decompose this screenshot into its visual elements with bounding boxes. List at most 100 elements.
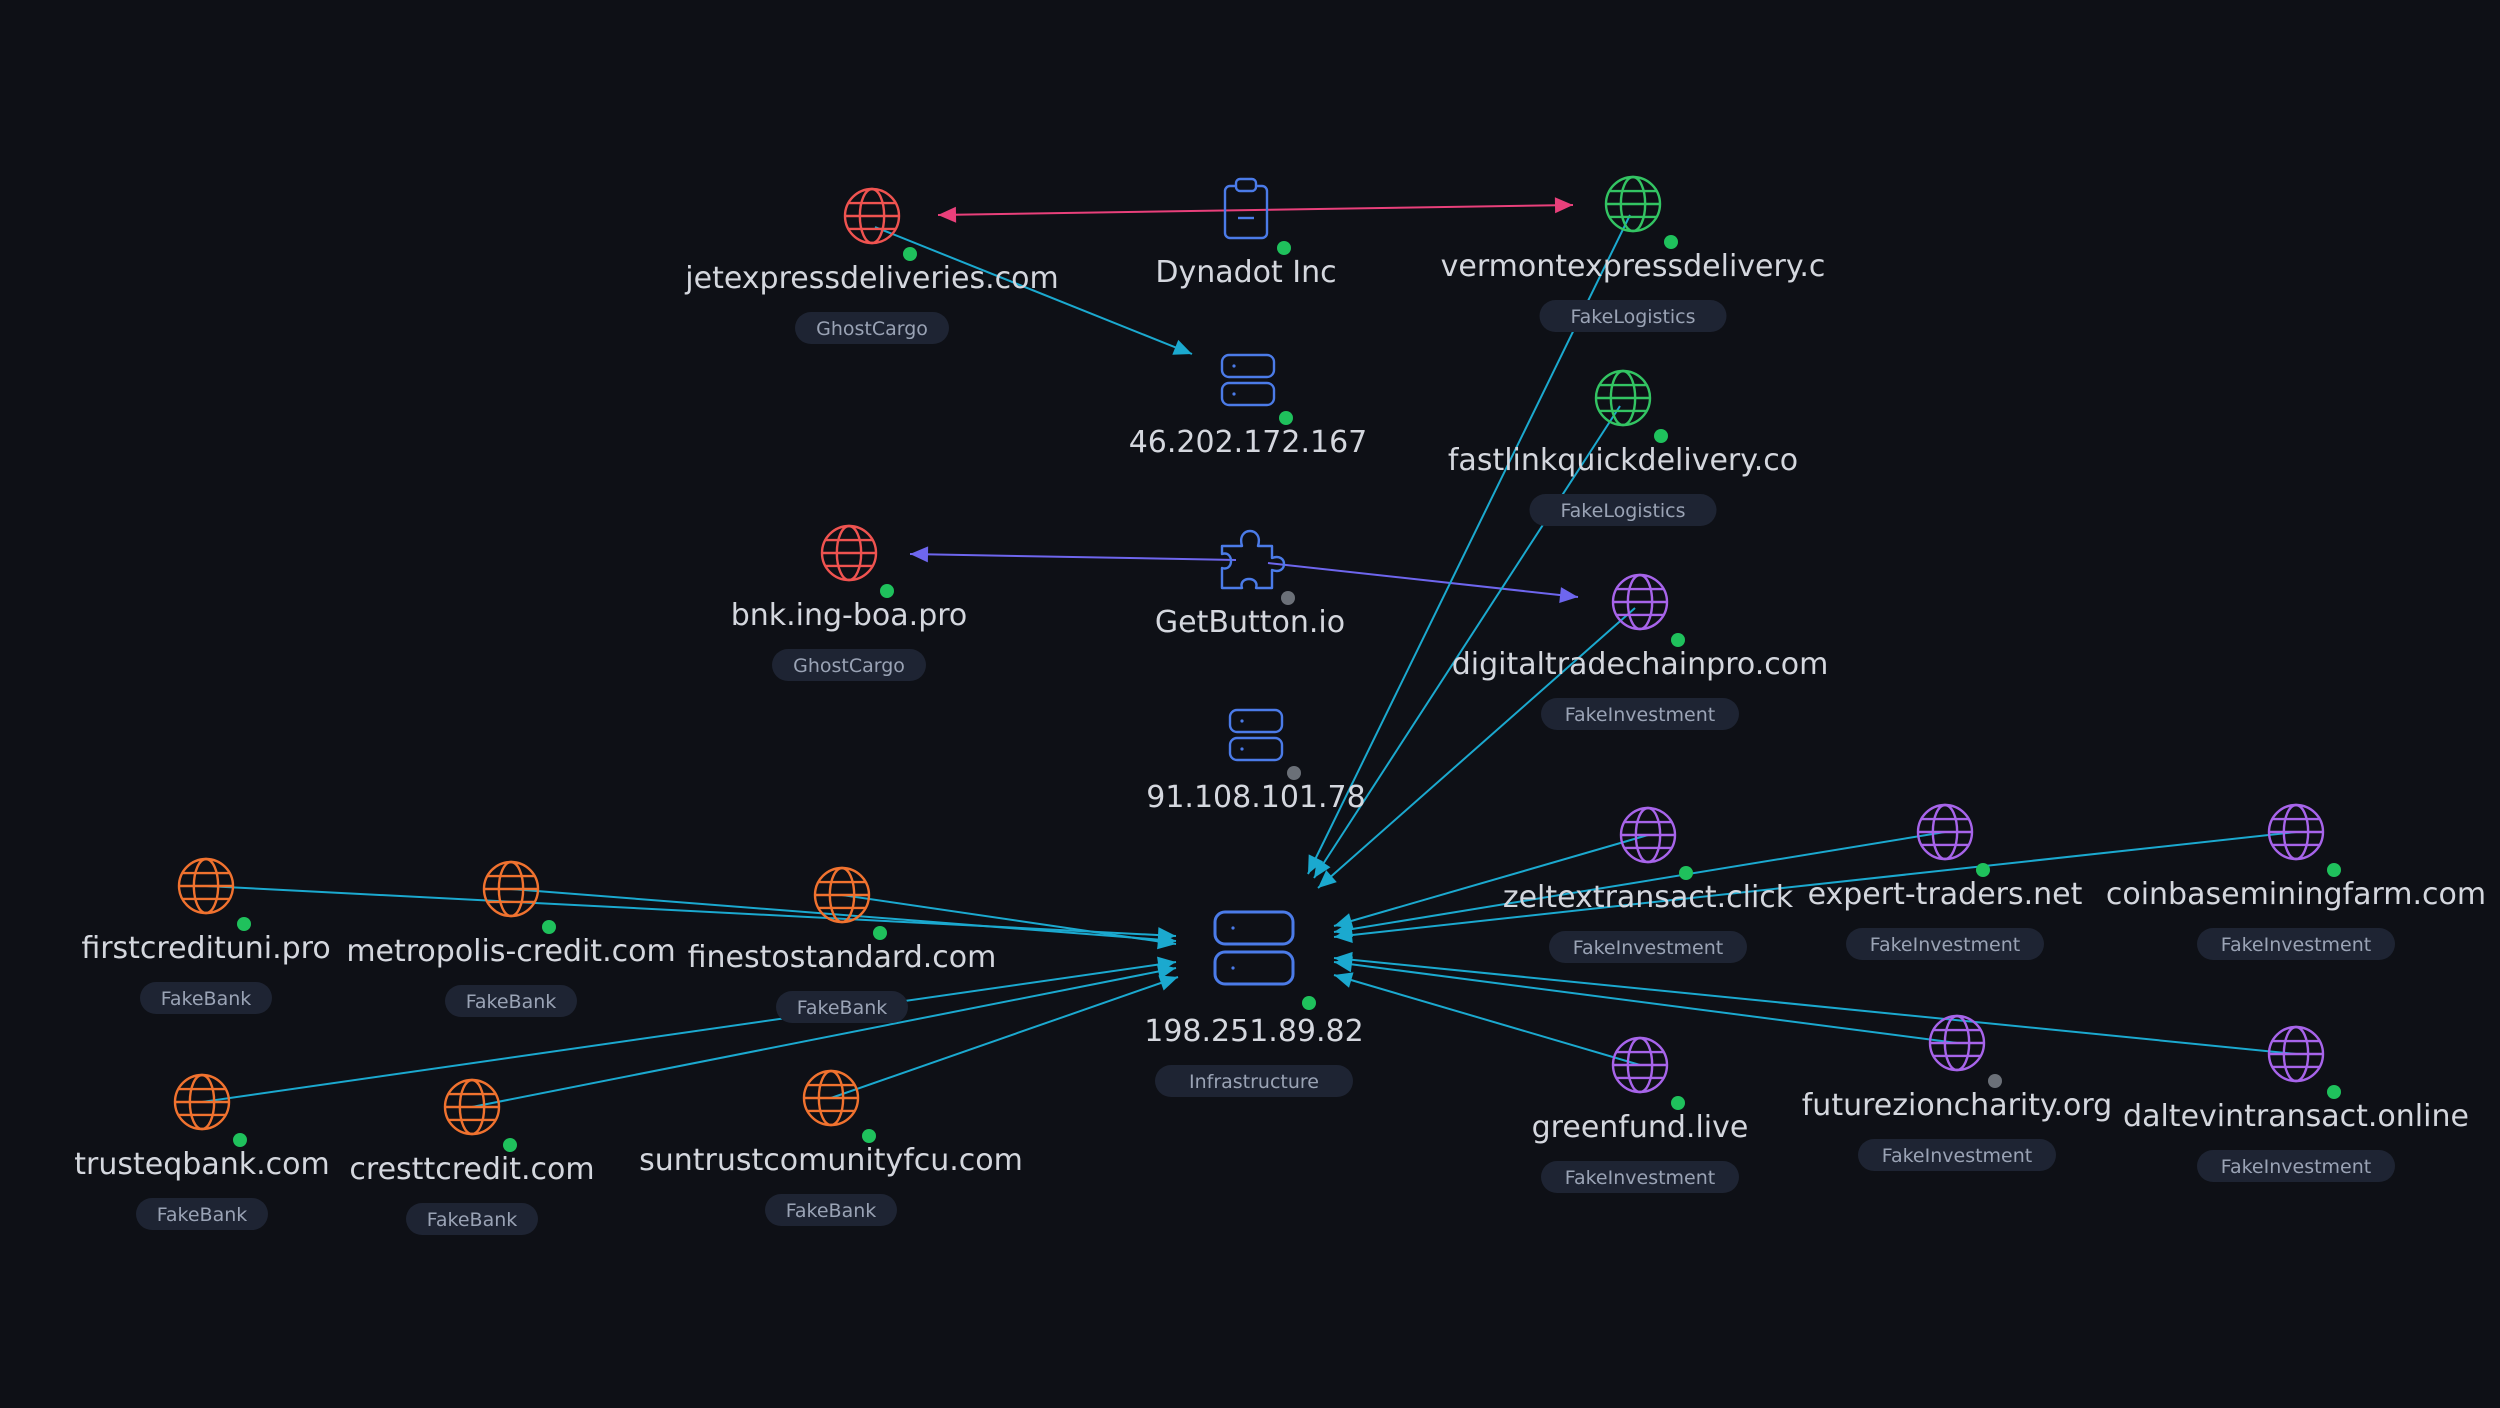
- edge-futurezion-to-hub[interactable]: [1333, 956, 1958, 1044]
- edge-line: [937, 204, 1574, 216]
- node-metropolis[interactable]: metropolis-credit.com FakeBank: [346, 860, 676, 1017]
- node-suntrust[interactable]: suntrustcomunityfcu.com FakeBank: [639, 1069, 1023, 1226]
- status-dot: [503, 1138, 517, 1152]
- node-ip91[interactable]: 91.108.101.78: [1146, 708, 1366, 815]
- server-icon: [1213, 910, 1295, 986]
- server-icon: [1228, 708, 1284, 762]
- node-dynadot[interactable]: Dynadot Inc: [1155, 177, 1337, 290]
- category-tag-label: Infrastructure: [1189, 1071, 1319, 1093]
- globe-icon: [1619, 806, 1677, 864]
- node-digitaltrade[interactable]: digitaltradechainpro.com FakeInvestment: [1452, 573, 1829, 730]
- category-tag: FakeBank: [445, 985, 577, 1017]
- status-dot: [1664, 235, 1678, 249]
- status-dot: [873, 926, 887, 940]
- category-tag-label: FakeBank: [797, 997, 888, 1019]
- status-dot: [2327, 1085, 2341, 1099]
- edge-daltevin-to-hub[interactable]: [1333, 951, 2297, 1055]
- node-label: cresttcredit.com: [349, 1152, 594, 1187]
- edge-arrowhead: [1559, 587, 1578, 603]
- node-label: Dynadot Inc: [1155, 255, 1336, 290]
- category-tag-label: FakeBank: [786, 1200, 877, 1222]
- node-finesto[interactable]: finestostandard.com FakeBank: [688, 866, 997, 1023]
- globe-icon: [1604, 175, 1662, 233]
- node-firstcredit[interactable]: firstcredituni.pro FakeBank: [81, 857, 331, 1014]
- edge-arrowhead: [1334, 972, 1354, 988]
- category-tag-label: FakeInvestment: [2221, 1156, 2371, 1178]
- node-label: 46.202.172.167: [1129, 425, 1368, 460]
- node-label: metropolis-credit.com: [346, 934, 675, 969]
- node-daltevin[interactable]: daltevintransact.online FakeInvestment: [2123, 1025, 2469, 1182]
- status-dot: [233, 1133, 247, 1147]
- puzzle-icon: [1220, 529, 1286, 590]
- category-tag: FakeBank: [765, 1194, 897, 1226]
- node-greenfund[interactable]: greenfund.live FakeInvestment: [1532, 1036, 1749, 1193]
- status-dot: [903, 247, 917, 261]
- globe-icon: [1916, 803, 1974, 861]
- node-trusteq[interactable]: trusteqbank.com FakeBank: [74, 1073, 330, 1230]
- node-label: trusteqbank.com: [74, 1147, 329, 1182]
- node-coinbase[interactable]: coinbaseminingfarm.com FakeInvestment: [2106, 803, 2486, 960]
- edge-arrowhead: [910, 546, 929, 563]
- node-zeltex[interactable]: zeltextransact.click FakeInvestment: [1503, 806, 1794, 963]
- edge-vermont-to-jetexpress[interactable]: [937, 197, 1574, 223]
- category-tag-label: FakeLogistics: [1570, 306, 1695, 328]
- globe-icon: [443, 1078, 501, 1136]
- category-tag-label: FakeInvestment: [2221, 934, 2371, 956]
- category-tag: FakeInvestment: [2197, 928, 2395, 960]
- category-tag-label: FakeInvestment: [1565, 1167, 1715, 1189]
- relationship-graph: jetexpressdeliveries.com GhostCargo Dynado…: [74, 175, 2486, 1235]
- category-tag-label: FakeBank: [466, 991, 557, 1013]
- category-tag-label: GhostCargo: [816, 318, 928, 340]
- node-getbutton[interactable]: GetButton.io: [1155, 529, 1345, 640]
- status-dot: [1654, 429, 1668, 443]
- node-label: coinbaseminingfarm.com: [2106, 877, 2486, 912]
- node-label: digitaltradechainpro.com: [1452, 647, 1829, 682]
- status-dot: [880, 584, 894, 598]
- globe-icon: [802, 1069, 860, 1127]
- edge-greenfund-to-hub[interactable]: [1333, 972, 1641, 1066]
- globe-icon: [1611, 1036, 1669, 1094]
- category-tag-label: FakeBank: [157, 1204, 248, 1226]
- node-label: suntrustcomunityfcu.com: [639, 1143, 1023, 1178]
- node-futurezion[interactable]: futurezioncharity.org FakeInvestment: [1802, 1014, 2112, 1171]
- globe-icon: [1928, 1014, 1986, 1072]
- node-experttraders[interactable]: expert-traders.net FakeInvestment: [1808, 803, 2083, 960]
- edge-getbutton-to-digitaltrade[interactable]: [1267, 562, 1579, 603]
- node-label: jetexpressdeliveries.com: [684, 261, 1058, 296]
- status-dot: [1281, 591, 1295, 605]
- node-fastlink[interactable]: fastlinkquickdelivery.co FakeLogistics: [1448, 369, 1798, 526]
- edge-line: [1333, 957, 2297, 1055]
- node-label: bnk.ing-boa.pro: [731, 598, 968, 633]
- node-cresttcredit[interactable]: cresttcredit.com FakeBank: [349, 1078, 595, 1235]
- node-label: finestostandard.com: [688, 940, 997, 975]
- edge-line: [909, 553, 1237, 561]
- status-dot: [1279, 411, 1293, 425]
- node-label: zeltextransact.click: [1503, 880, 1794, 915]
- node-label: firstcredituni.pro: [81, 931, 330, 966]
- category-tag-label: GhostCargo: [793, 655, 905, 677]
- status-dot: [1679, 866, 1693, 880]
- server-icon: [1220, 353, 1276, 407]
- status-dot: [1988, 1074, 2002, 1088]
- node-vermont[interactable]: vermontexpressdelivery.c FakeLogistics: [1441, 175, 1826, 332]
- category-tag-label: FakeBank: [161, 988, 252, 1010]
- node-ip46[interactable]: 46.202.172.167: [1129, 353, 1368, 460]
- category-tag: FakeBank: [776, 991, 908, 1023]
- status-dot: [2327, 863, 2341, 877]
- node-label: 198.251.89.82: [1144, 1014, 1363, 1049]
- node-hub[interactable]: 198.251.89.82 Infrastructure: [1144, 910, 1364, 1097]
- node-bnk[interactable]: bnk.ing-boa.pro GhostCargo: [731, 524, 968, 681]
- status-dot: [542, 920, 556, 934]
- edge-line: [205, 885, 1177, 937]
- node-jetexpress[interactable]: jetexpressdeliveries.com GhostCargo: [684, 187, 1059, 344]
- clipboard-icon: [1223, 177, 1269, 240]
- globe-icon: [2267, 803, 2325, 861]
- category-tag: GhostCargo: [772, 649, 926, 681]
- category-tag: FakeInvestment: [1846, 928, 2044, 960]
- edge-getbutton-to-bnk[interactable]: [909, 546, 1237, 563]
- globe-icon: [843, 187, 901, 245]
- globe-icon: [177, 857, 235, 915]
- edges-layer: [201, 197, 2297, 1108]
- category-tag: FakeBank: [136, 1198, 268, 1230]
- nodes-layer: jetexpressdeliveries.com GhostCargo Dynado…: [74, 175, 2486, 1235]
